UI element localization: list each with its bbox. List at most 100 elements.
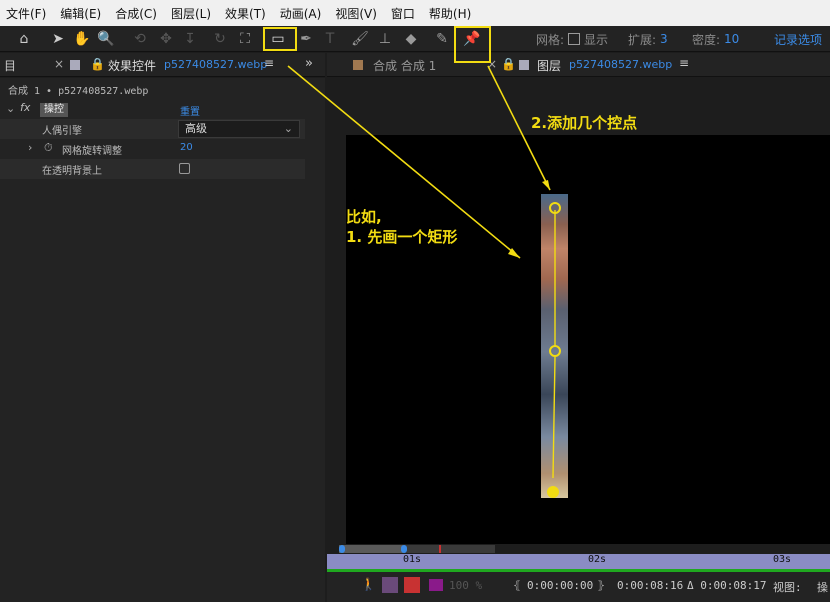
collapse-panels-icon[interactable]: » [305,56,313,71]
zoom-tool-icon[interactable]: 🔍 [96,29,116,49]
time-navigator-range[interactable] [339,545,403,553]
menu-window[interactable]: 窗口 [391,5,415,22]
mesh-rotation-row: › ⏱ 网格旋转调整 20 [0,139,305,159]
in-point-icon[interactable]: ⦃ [513,579,521,592]
panel-menu-icon[interactable]: ≡ [679,56,689,70]
toolbar: ⌂ ➤ ✋ 🔍 ⟲ ✥ ↧ ↻ ⛶ ▭ ✒ T 🖌 ⊥ ◆ ✎ 📌 网格: 显示… [0,26,830,52]
effects-file-name: p527408527.webp [164,58,268,71]
effect-name: 操控 [40,103,68,117]
comp-color-swatch-icon [353,60,363,70]
view-label: 视图: [773,581,802,594]
close-tab-icon[interactable]: × [54,57,64,71]
zoom-level[interactable]: 100 % [449,579,482,592]
puppet-engine-label: 人偶引擎 [42,126,82,137]
annotation-step1: 1. 先画一个矩形 [346,228,458,246]
show-label: 显示 [584,32,609,47]
grid-options: 网格: 显示 [536,26,608,52]
color-swatch-icon[interactable] [429,579,443,591]
panel-menu-icon[interactable]: ≡ [264,56,274,70]
stopwatch-icon[interactable]: ⏱ [44,141,53,155]
viewer-footer: 🚶 100 % ⦃ 0:00:00:00 ⦄ 0:00:08:16 Δ 0:00… [327,572,830,602]
dolly-camera-icon[interactable]: ↧ [180,29,200,49]
expand-option: 扩展: 3 [628,26,668,52]
grid-label: 网格: [536,32,565,47]
pan-camera-icon[interactable]: ✥ [156,29,176,49]
puppet-engine-select[interactable]: 高级 ⌄ [178,120,300,138]
chevron-right-icon[interactable]: › [28,141,32,154]
menu-help[interactable]: 帮助(H) [429,5,471,22]
mesh-rotation-value[interactable]: 20 [180,142,193,153]
rectangle-tool-icon[interactable]: ▭ [268,29,288,49]
timeline-navigator [327,544,830,554]
roto-brush-tool-icon[interactable]: ✎ [432,29,452,49]
tick-label-2s: 02s [588,554,607,565]
layer-color-swatch-icon [519,60,529,70]
time-ruler[interactable]: 01s 02s 03s [327,554,830,569]
lock-icon[interactable]: 🔒 [90,57,105,71]
orbit-camera-icon[interactable]: ⟲ [130,29,150,49]
expand-label: 扩展: [628,32,657,47]
annotation-step2: 2.添加几个控点 [531,114,638,132]
show-grid-checkbox[interactable] [568,33,581,45]
start-time[interactable]: 0:00:00:00 [527,579,593,592]
current-time-marker [439,545,441,553]
puppet-overlap-icon[interactable] [404,577,420,593]
transparent-bg-row: 在透明背景上 [0,159,305,179]
tab-composition[interactable]: 合成 合成 1 [373,57,436,74]
layer-image[interactable] [541,194,568,498]
view-select[interactable]: 操 [817,579,828,595]
chevron-down-icon[interactable]: ⌄ [6,102,15,115]
expand-value[interactable]: 3 [660,32,668,46]
breadcrumb: 合成 1 • p527408527.webp [8,86,149,97]
text-tool-icon[interactable]: T [320,29,340,49]
out-point-icon[interactable]: ⦄ [597,579,605,592]
transparent-bg-label: 在透明背景上 [42,166,102,177]
effects-color-swatch-icon [70,60,80,70]
record-options-button[interactable]: 记录选项 [774,26,822,52]
annotation-example: 比如, [346,208,382,226]
menu-effect[interactable]: 效果(T) [225,5,266,22]
selection-tool-icon[interactable]: ➤ [48,29,68,49]
density-option: 密度: 10 [692,26,739,52]
puppet-engine-row: 人偶引擎 高级 ⌄ [0,119,305,139]
menu-file[interactable]: 文件(F) [6,5,46,22]
transparent-bg-checkbox[interactable] [179,163,190,174]
clone-stamp-tool-icon[interactable]: ⊥ [375,29,395,49]
reset-button[interactable]: 重置 [180,103,200,118]
tick-label-1s: 01s [403,554,422,565]
left-panel-tabs: 目 × 🔒 效果控件 p527408527.webp ≡ [0,53,325,77]
close-tab-icon[interactable]: × [487,57,497,71]
menu-animation[interactable]: 动画(A) [280,5,322,22]
navigator-start-handle[interactable] [339,545,345,553]
menu-composition[interactable]: 合成(C) [115,5,157,22]
fx-icon[interactable]: fx [20,101,30,114]
hand-tool-icon[interactable]: ✋ [72,29,92,49]
eraser-tool-icon[interactable]: ◆ [401,29,421,49]
menu-view[interactable]: 视图(V) [335,5,377,22]
end-time[interactable]: 0:00:08:16 [617,579,683,592]
density-label: 密度: [692,32,721,47]
menu-layer[interactable]: 图层(L) [171,5,211,22]
puppet-engine-value: 高级 [185,122,207,135]
mesh-rotation-label: 网格旋转调整 [62,146,122,157]
puppet-mesh-icon[interactable] [382,577,398,593]
tab-effect-controls[interactable]: 效果控件 [108,57,156,74]
project-panel-icon[interactable]: 目 [4,57,16,74]
navigator-end-handle[interactable] [401,545,407,553]
home-icon[interactable]: ⌂ [14,29,34,49]
effect-controls-panel: 合成 1 • p527408527.webp ⌄ fx 操控 重置 人偶引擎 高… [0,78,325,602]
effect-header-row: ⌄ fx 操控 重置 [0,100,305,120]
composition-canvas[interactable] [346,135,830,544]
density-value[interactable]: 10 [724,32,739,46]
brush-tool-icon[interactable]: 🖌 [350,29,370,49]
pen-tool-icon[interactable]: ✒ [296,29,316,49]
layer-file-name: p527408527.webp [569,58,673,71]
menu-edit[interactable]: 编辑(E) [60,5,101,22]
puppet-pin-tool-icon[interactable]: 📌 [462,29,482,49]
lock-icon[interactable]: 🔒 [501,57,516,71]
puppet-figure-icon[interactable]: 🚶 [361,577,376,591]
tab-layer[interactable]: 图层 [537,57,561,74]
right-panel-tabs: 合成 合成 1 × 🔒 图层 p527408527.webp ≡ [327,53,830,77]
anchor-point-tool-icon[interactable]: ⛶ [235,29,255,49]
rotate-tool-icon[interactable]: ↻ [210,29,230,49]
